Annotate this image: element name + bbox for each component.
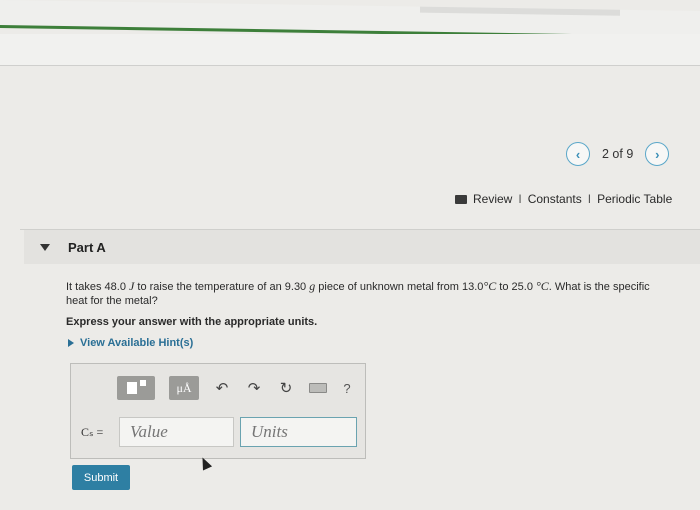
units-symbol-button[interactable]: μÅ [169, 376, 199, 400]
start-temperature: 13.0 [462, 281, 484, 293]
redo-icon[interactable]: ↷ [245, 376, 263, 400]
constants-link[interactable]: Constants [528, 192, 582, 206]
answer-row: Cₛ = [81, 417, 357, 447]
question-segment: to raise the temperature of an [134, 281, 285, 293]
question-segment: piece of unknown metal from [315, 281, 462, 293]
question-text: It takes 48.0 J to raise the temperature… [66, 279, 666, 308]
variable-label: Cₛ = [81, 424, 104, 439]
part-header[interactable]: Part A [24, 230, 700, 264]
page-count: 2 of 9 [602, 147, 634, 161]
view-hints-link[interactable]: View Available Hint(s) [68, 337, 193, 349]
chevron-left-icon: ‹ [575, 146, 581, 162]
undo-icon[interactable]: ↶ [213, 376, 231, 400]
collapse-triangle-icon [40, 243, 50, 251]
templates-button[interactable] [117, 376, 155, 400]
expand-triangle-icon [68, 339, 74, 347]
answer-box: μÅ ↶ ↷ ↻ ? Cₛ = [70, 363, 366, 459]
tab-strip [420, 6, 620, 16]
help-button[interactable]: ? [341, 376, 353, 400]
submit-button[interactable]: Submit [72, 465, 130, 490]
temperature-unit: °C [483, 279, 497, 293]
reset-icon[interactable]: ↻ [277, 376, 295, 400]
instruction-text: Express your answer with the appropriate… [66, 316, 318, 328]
references-bar: Review I Constants I Periodic Table [455, 192, 672, 206]
units-input[interactable] [240, 417, 357, 447]
review-link[interactable]: Review [473, 192, 512, 206]
header-bar [0, 34, 700, 66]
template-square-icon [126, 382, 137, 394]
mass-value: 9.30 [284, 281, 307, 293]
part-label: Part A [68, 239, 106, 255]
energy-value: 48.0 [104, 281, 126, 293]
question-segment: It takes [66, 281, 105, 293]
math-toolbar: μÅ ↶ ↷ ↻ ? [117, 375, 353, 401]
periodic-table-link[interactable]: Periodic Table [597, 192, 672, 206]
previous-button[interactable]: ‹ [566, 142, 590, 166]
end-temperature: 25.0 [511, 281, 533, 293]
keyboard-button[interactable] [309, 376, 327, 400]
keyboard-icon [309, 383, 327, 393]
pager: ‹ 2 of 9 › [566, 140, 670, 168]
hint-label: View Available Hint(s) [80, 337, 194, 349]
separator: I [518, 192, 522, 206]
question-segment: to [496, 281, 512, 293]
template-superscript-icon [139, 380, 146, 386]
separator: I [587, 192, 592, 206]
next-button[interactable]: › [645, 142, 670, 166]
temperature-unit: °C [532, 279, 549, 293]
book-icon [455, 194, 467, 204]
chevron-right-icon: › [655, 146, 660, 162]
value-input[interactable] [119, 417, 234, 447]
